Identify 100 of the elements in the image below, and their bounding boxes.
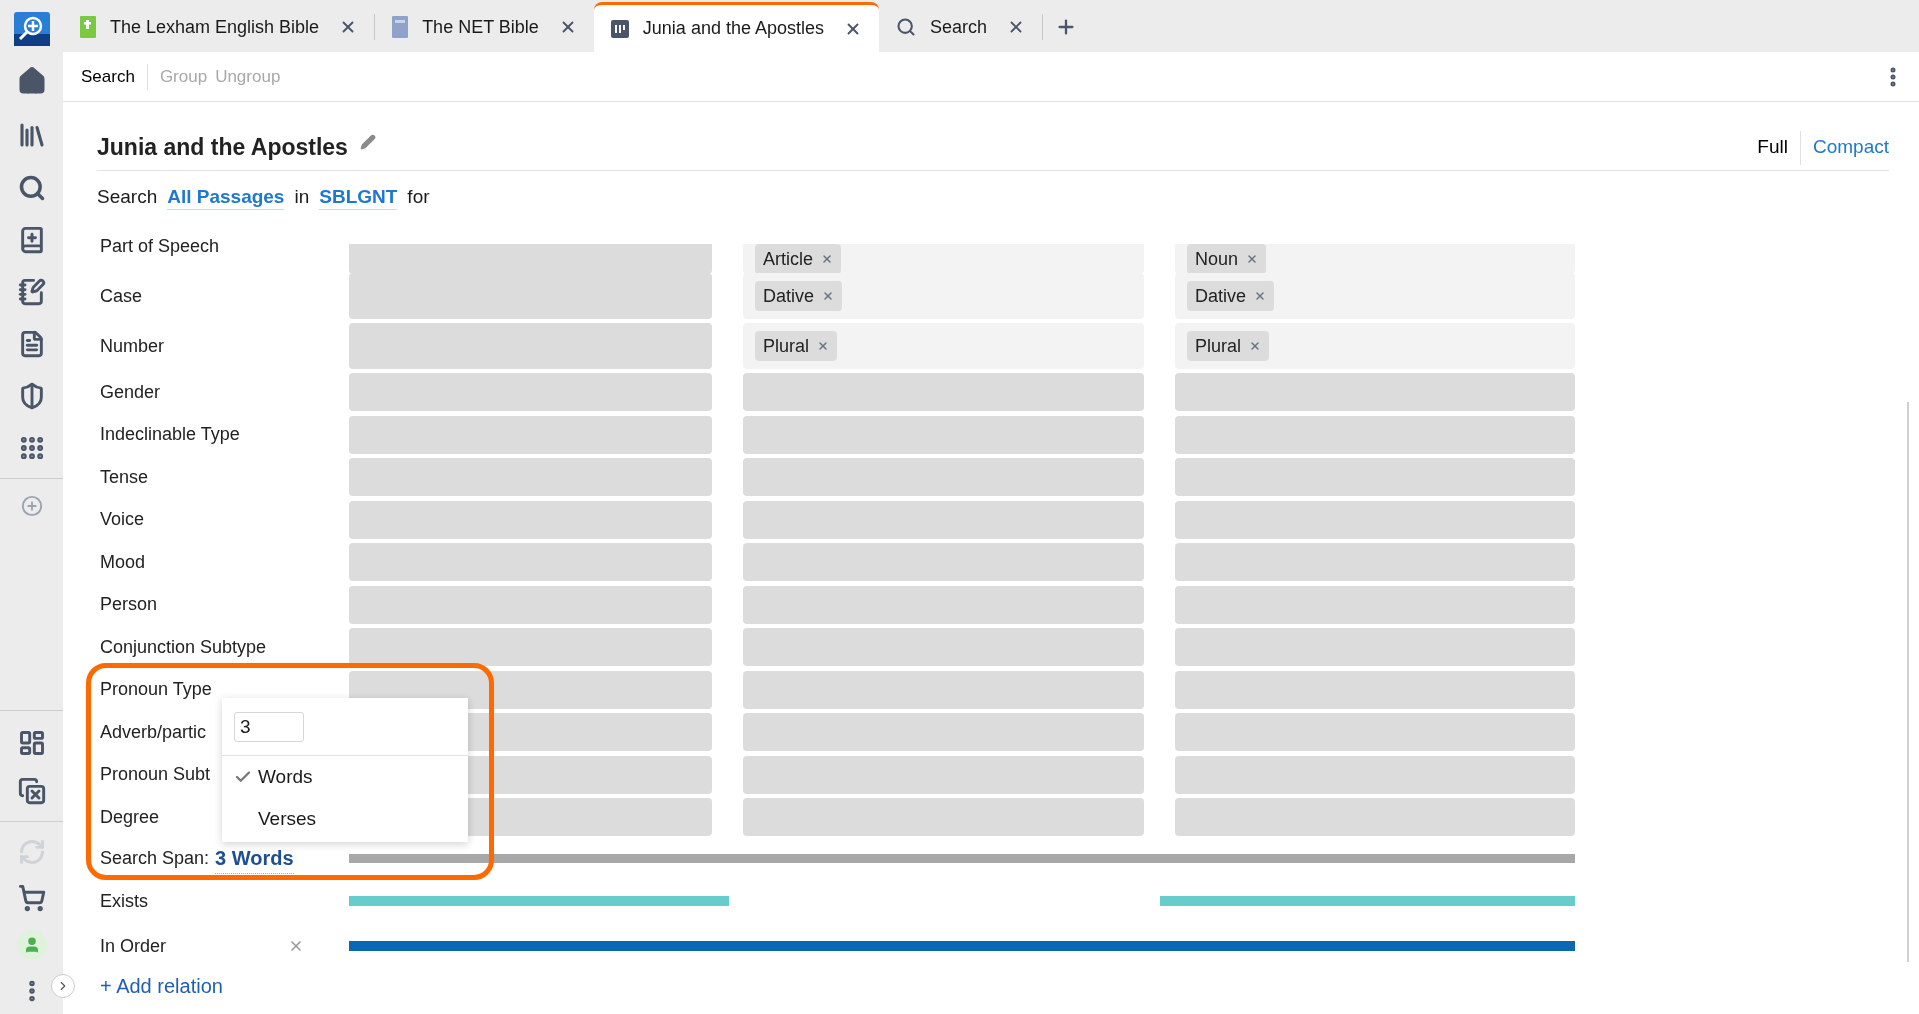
field-label: Case [100,284,143,308]
span-option[interactable]: Verses [222,798,468,840]
field-label: Adverb/partic [100,720,207,744]
criteria-cell[interactable] [743,628,1144,667]
book-icon [80,16,96,38]
search-icon[interactable] [17,174,46,202]
search-icon [896,17,916,37]
criteria-cell[interactable] [349,585,712,624]
edit-icon[interactable] [359,133,376,150]
criteria-cell[interactable] [743,543,1144,582]
document-icon [610,19,629,38]
cart-icon[interactable] [17,884,46,912]
criteria-tag[interactable]: Plural [1187,331,1270,361]
criteria-cell[interactable] [743,670,1144,709]
criteria-cell[interactable] [349,273,712,319]
criteria-cell[interactable] [1175,543,1575,582]
remove-icon[interactable] [288,938,304,954]
field-label: Part of Speech [100,235,220,258]
criteria-cell[interactable] [1175,755,1575,794]
field-label: Gender [100,380,161,404]
expand-sidebar-button[interactable] [51,974,75,998]
criteria-cell[interactable] [1175,500,1575,539]
criteria-tag[interactable]: Dative [755,281,843,311]
search-label: in [294,184,310,209]
layout-icon[interactable] [17,729,46,757]
criteria-cell[interactable] [743,373,1144,412]
criteria-cell[interactable] [349,373,712,412]
criteria-cell[interactable]: Plural [1175,323,1575,369]
sync-icon[interactable] [17,838,46,866]
criteria-cell[interactable] [743,415,1144,454]
criteria-cell[interactable] [349,415,712,454]
add-relation-link[interactable]: + Add relation [100,970,223,1001]
criteria-cell[interactable] [349,543,712,582]
criteria-cell[interactable] [1175,798,1575,837]
criteria-cell[interactable]: Dative [743,273,1144,319]
tab[interactable]: The Lexham English Bible [63,2,375,52]
home-icon[interactable] [16,66,47,96]
field-label: Degree [100,805,160,829]
criteria-tag[interactable]: Dative [1187,281,1275,311]
field-label: Number [100,334,165,358]
criteria-cell[interactable] [349,500,712,539]
tab[interactable]: Search [879,2,1043,52]
remove-icon[interactable] [821,253,833,265]
criteria-cell[interactable] [743,755,1144,794]
criteria-cell[interactable] [743,500,1144,539]
search-label: Search [97,184,158,209]
field-label: Indeclinable Type [100,423,240,447]
span-option[interactable]: Words [222,756,468,798]
criteria-cell[interactable] [349,458,712,497]
criteria-cell[interactable] [1175,415,1575,454]
criteria-cell[interactable] [743,585,1144,624]
criteria-tag[interactable]: Plural [755,331,838,361]
criteria-cell[interactable]: Article [743,244,1144,274]
search-option-link[interactable]: SBLGNT [319,184,398,210]
app-logo[interactable] [13,12,50,46]
search-label: for [407,184,430,209]
criteria-cell[interactable] [743,713,1144,752]
document-title: Junia and the Apostles [97,133,348,163]
field-label: Tense [100,465,149,489]
criteria-cell[interactable] [1175,628,1575,667]
tab[interactable]: The NET Bible [375,2,594,52]
close-all-icon[interactable] [17,777,46,805]
remove-icon[interactable] [817,340,830,352]
field-label: Person [100,593,158,617]
criteria-cell[interactable] [349,244,712,274]
criteria-tag[interactable]: Article [755,244,841,274]
search-option-link[interactable]: All Passages [167,184,285,210]
relation-label: In Order [100,934,167,958]
criteria-cell[interactable]: Dative [1175,273,1575,319]
add-icon[interactable] [20,495,43,517]
criteria-cell[interactable] [743,458,1144,497]
tab[interactable]: Junia and the Apostles [593,2,879,52]
search-span-label: Search Span: [100,847,210,870]
book-icon [392,16,409,38]
user-avatar[interactable] [16,930,47,960]
criteria-cell[interactable] [1175,585,1575,624]
criteria-cell[interactable] [1175,713,1575,752]
criteria-tag[interactable]: Noun [1187,244,1267,274]
field-label: Mood [100,550,146,574]
criteria-cell[interactable]: Noun [1175,244,1575,274]
search-span-link[interactable]: 3 Words [215,843,294,874]
remove-icon[interactable] [822,290,835,302]
remove-icon[interactable] [1254,290,1267,302]
notebook-icon[interactable] [17,278,46,306]
view-toggle[interactable]: Full [1757,133,1788,162]
criteria-cell[interactable] [1175,458,1575,497]
criteria-cell[interactable] [349,628,712,667]
field-label: Pronoun Type [100,678,212,702]
criteria-cell[interactable] [349,323,712,369]
criteria-cell[interactable] [1175,670,1575,709]
remove-icon[interactable] [1249,340,1262,352]
criteria-cell[interactable] [1175,373,1575,412]
field-label: Conjunction Subtype [100,635,267,659]
span-input[interactable]: 3 [234,711,304,742]
view-toggle[interactable]: Compact [1812,133,1889,162]
criteria-cell[interactable] [349,670,712,709]
criteria-cell[interactable]: Plural [743,323,1144,369]
criteria-cell[interactable] [743,798,1144,837]
remove-icon[interactable] [1246,253,1259,265]
toolbar-button[interactable]: Search [77,63,139,90]
